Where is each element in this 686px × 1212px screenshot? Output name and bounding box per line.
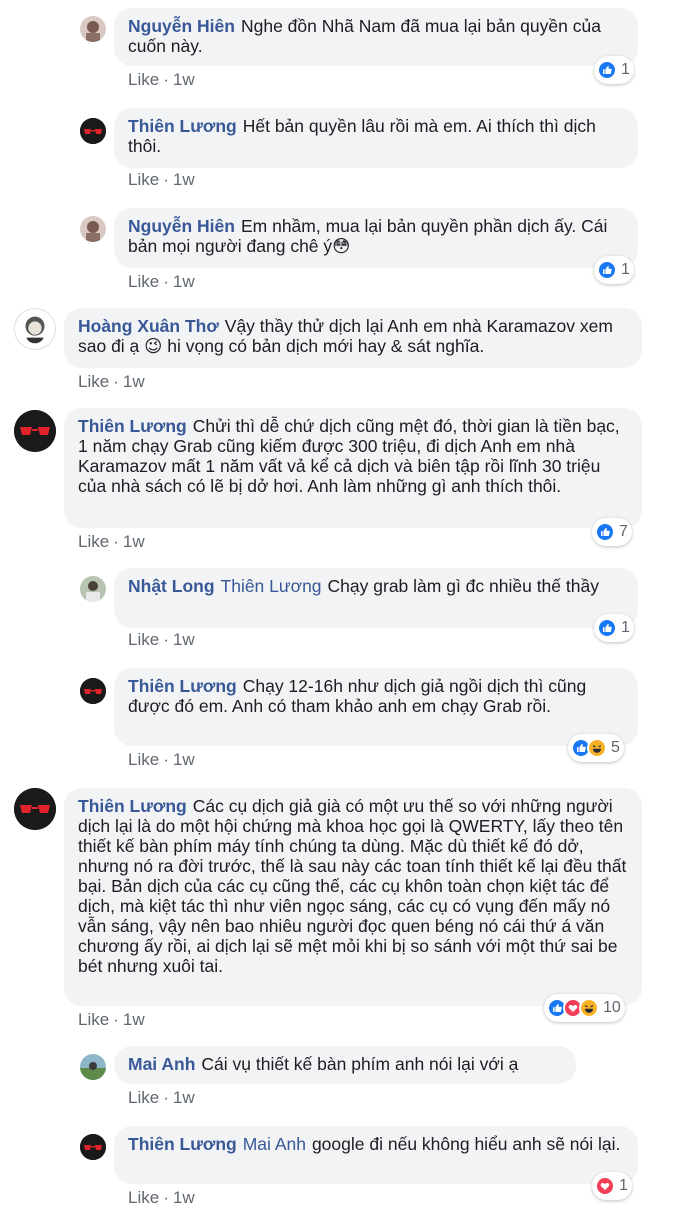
comment-actions: Like · 1w [128, 70, 195, 89]
commenter-name[interactable]: Thiên Lương [78, 796, 187, 816]
reaction-summary[interactable]: 1 [592, 1172, 632, 1200]
reaction-count: 10 [603, 999, 621, 1016]
comment-bubble: Thiên Lương Hết bản quyền lâu rồi mà em. … [114, 108, 638, 168]
commenter-name[interactable]: Thiên Lương [78, 416, 187, 436]
timestamp[interactable]: 1w [173, 750, 195, 769]
comment-bubble: Thiên Lương Chửi thì dễ chứ dịch cũng mệt… [64, 408, 642, 528]
like-button[interactable]: Like [128, 70, 159, 89]
like-button[interactable]: Like [128, 750, 159, 769]
like-button[interactable]: Like [128, 1188, 159, 1207]
comment-actions: Like · 1w [78, 372, 145, 391]
reaction-summary[interactable]: 10 [544, 994, 625, 1022]
commenter-name[interactable]: Nguyễn Hiên [128, 16, 235, 36]
commenter-name[interactable]: Hoàng Xuân Thơ [78, 316, 219, 336]
commenter-name[interactable]: Mai Anh [128, 1054, 195, 1074]
comment-actions: Like · 1w [128, 272, 195, 291]
laughing-face-icon [579, 998, 599, 1018]
comment-text: Các cụ dịch giả già có một ưu thế so với… [78, 796, 627, 976]
heart-icon [595, 1176, 615, 1196]
timestamp[interactable]: 1w [173, 1188, 195, 1207]
like-button[interactable]: Like [128, 170, 159, 189]
comment-bubble: Thiên Lương Mai Anh google đi nếu không hi… [114, 1126, 638, 1184]
comment-actions: Like · 1w [128, 170, 195, 189]
like-button[interactable]: Like [128, 272, 159, 291]
comment-bubble: Thiên Lương Chạy 12-16h như dịch giả ngồi… [114, 668, 638, 746]
reaction-count: 1 [621, 61, 630, 78]
comment-actions: Like · 1w [128, 750, 195, 769]
thumbs-up-icon [597, 60, 617, 80]
comment-text: google đi nếu không hiểu anh sẽ nói lại. [311, 1134, 621, 1154]
comment-bubble: Nhật Long Thiên Lương Chạy grab làm gì đc … [114, 568, 638, 628]
reaction-summary[interactable]: 1 [594, 614, 634, 642]
comment-actions: Like · 1w [128, 1188, 195, 1207]
thumbs-up-icon [597, 618, 617, 638]
like-button[interactable]: Like [78, 532, 109, 551]
comment-actions: Like · 1w [78, 1010, 145, 1029]
avatar[interactable] [80, 216, 106, 242]
thumbs-up-icon [595, 522, 615, 542]
mentioned-user[interactable]: Mai Anh [243, 1134, 306, 1154]
comment-bubble: Thiên Lương Các cụ dịch giả già có một ưu… [64, 788, 642, 1006]
reaction-count: 1 [621, 261, 630, 278]
reaction-summary[interactable]: 7 [592, 518, 632, 546]
reaction-summary[interactable]: 1 [594, 256, 634, 284]
avatar[interactable] [80, 678, 106, 704]
reaction-count: 1 [621, 619, 630, 636]
commenter-name[interactable]: Thiên Lương [128, 116, 237, 136]
avatar[interactable] [14, 410, 56, 452]
like-button[interactable]: Like [128, 1088, 159, 1107]
like-button[interactable]: Like [78, 372, 109, 391]
comment-actions: Like · 1w [128, 630, 195, 649]
commenter-name[interactable]: Nguyễn Hiên [128, 216, 235, 236]
reaction-count: 5 [611, 739, 620, 756]
commenter-name[interactable]: Nhật Long [128, 576, 215, 596]
mentioned-user[interactable]: Thiên Lương [221, 576, 322, 596]
timestamp[interactable]: 1w [173, 630, 195, 649]
reaction-summary[interactable]: 1 [594, 56, 634, 84]
timestamp[interactable]: 1w [123, 372, 145, 391]
avatar[interactable] [80, 16, 106, 42]
commenter-name[interactable]: Thiên Lương [128, 1134, 237, 1154]
avatar[interactable] [80, 1054, 106, 1080]
comment-actions: Like · 1w [78, 532, 145, 551]
avatar[interactable] [14, 308, 56, 350]
timestamp[interactable]: 1w [123, 1010, 145, 1029]
reaction-summary[interactable]: 5 [568, 734, 624, 762]
timestamp[interactable]: 1w [173, 1088, 195, 1107]
comment-text: Chạy grab làm gì đc nhiều thế thầy [327, 576, 599, 596]
thumbs-up-icon [597, 260, 617, 280]
timestamp[interactable]: 1w [123, 532, 145, 551]
comment-bubble: Hoàng Xuân Thơ Vậy thầy thử dịch lại Anh … [64, 308, 642, 368]
timestamp[interactable]: 1w [173, 70, 195, 89]
like-button[interactable]: Like [78, 1010, 109, 1029]
like-button[interactable]: Like [128, 630, 159, 649]
avatar[interactable] [14, 788, 56, 830]
comment-bubble: Nguyễn Hiên Em nhầm, mua lại bản quyền ph… [114, 208, 638, 268]
reaction-count: 1 [619, 1177, 628, 1194]
timestamp[interactable]: 1w [173, 272, 195, 291]
comment-text: Cái vụ thiết kế bàn phím anh nói lại với… [201, 1054, 519, 1074]
reaction-count: 7 [619, 523, 628, 540]
laughing-face-icon [587, 738, 607, 758]
comment-actions: Like · 1w [128, 1088, 195, 1107]
avatar[interactable] [80, 118, 106, 144]
commenter-name[interactable]: Thiên Lương [128, 676, 237, 696]
avatar[interactable] [80, 1134, 106, 1160]
timestamp[interactable]: 1w [173, 170, 195, 189]
avatar[interactable] [80, 576, 106, 602]
comment-bubble: Nguyễn Hiên Nghe đồn Nhã Nam đã mua lại b… [114, 8, 638, 66]
comment-bubble: Mai Anh Cái vụ thiết kế bàn phím anh nói … [114, 1046, 576, 1084]
